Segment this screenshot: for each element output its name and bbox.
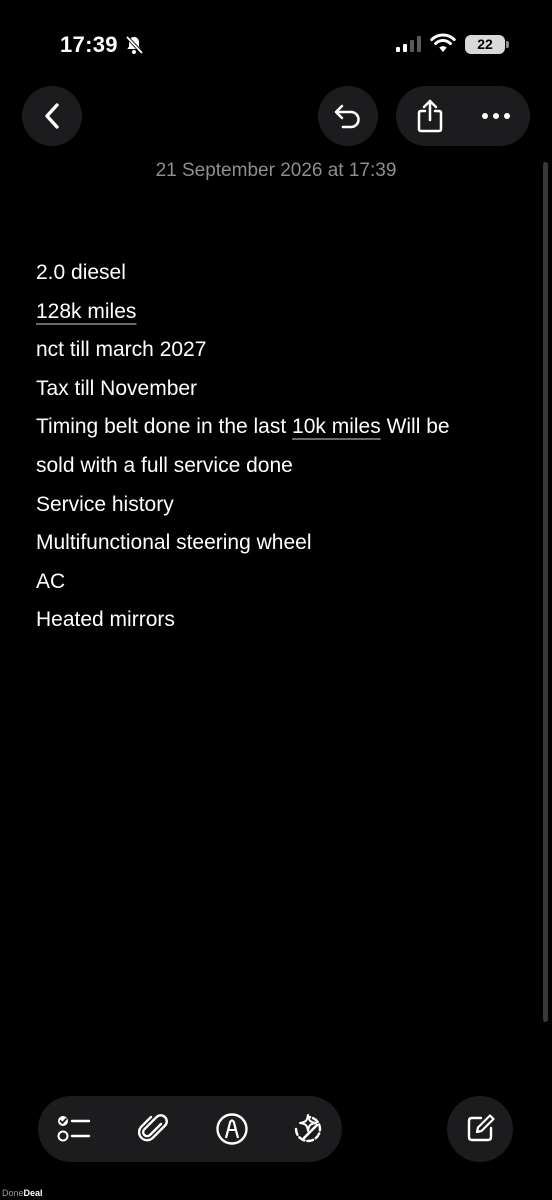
note-line: sold with a full service done	[36, 453, 293, 477]
wifi-icon	[430, 33, 456, 52]
checklist-button[interactable]	[56, 1111, 92, 1147]
sparkle-edit-icon	[294, 1114, 322, 1143]
detected-measurement-link[interactable]: 10k miles	[292, 415, 381, 438]
battery-icon: 22	[465, 35, 509, 54]
note-line: 2.0 diesel	[36, 261, 126, 284]
note-body[interactable]: 2.0 diesel 128k miles nct till march 202…	[36, 254, 516, 640]
bell-off-icon	[125, 35, 144, 55]
compose-icon	[467, 1114, 495, 1142]
status-bar: 17:39 22	[0, 0, 552, 90]
detected-measurement-link[interactable]: 128k miles	[36, 300, 136, 323]
share-icon	[417, 99, 443, 133]
bottom-toolbar	[38, 1096, 342, 1162]
note-text: Timing belt done in the last	[36, 415, 293, 439]
ellipsis-icon	[482, 113, 510, 119]
note-text: Will be	[380, 415, 450, 439]
markup-pen-icon	[216, 1113, 248, 1145]
undo-button[interactable]	[318, 86, 378, 146]
checklist-icon	[57, 1116, 91, 1142]
note-line: Service history	[36, 492, 174, 516]
watermark-part: Deal	[23, 1188, 43, 1198]
undo-icon	[334, 104, 360, 129]
status-time: 17:39	[60, 32, 118, 57]
more-button[interactable]	[476, 96, 516, 136]
compose-button[interactable]	[447, 1096, 513, 1162]
note-line: Tax till November	[36, 376, 198, 400]
writing-tools-button[interactable]	[290, 1111, 326, 1147]
attachment-button[interactable]	[136, 1111, 172, 1147]
note-line: AC	[36, 569, 66, 593]
signal-icon	[396, 36, 421, 52]
watermark-part: Done	[2, 1188, 24, 1198]
scrollbar[interactable]	[543, 162, 548, 1022]
back-button[interactable]	[22, 86, 82, 146]
paperclip-icon	[138, 1114, 168, 1142]
note-line: Heated mirrors	[36, 608, 175, 632]
markup-button[interactable]	[214, 1111, 250, 1147]
watermark: DoneDeal	[2, 1188, 43, 1198]
note-line: 128k miles	[36, 293, 516, 332]
note-line: Multifunctional steering wheel	[36, 531, 312, 555]
note-line: nct till march 2027	[36, 338, 207, 362]
note-date: 21 September 2026 at 17:39	[155, 160, 397, 181]
share-button[interactable]	[410, 96, 450, 136]
note-line: Timing belt done in the last 10k miles W…	[36, 408, 516, 447]
note-actions-group	[396, 86, 530, 146]
chevron-left-icon	[45, 103, 59, 129]
